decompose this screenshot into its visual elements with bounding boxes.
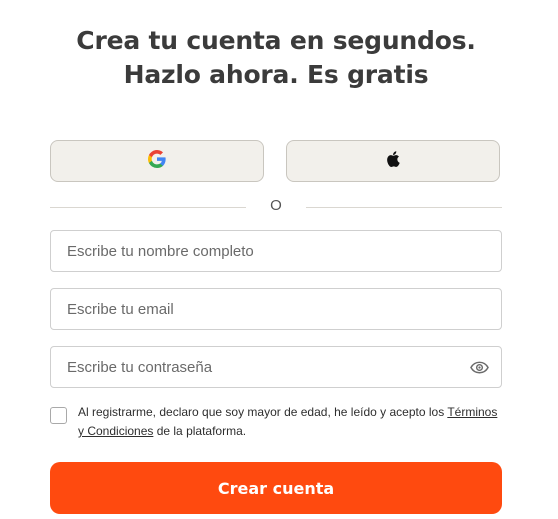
password-field-container <box>50 346 502 388</box>
password-input[interactable] <box>51 347 501 387</box>
apple-icon <box>386 150 400 172</box>
page-title: Crea tu cuenta en segundos. Hazlo ahora.… <box>0 24 552 92</box>
google-icon <box>148 150 166 172</box>
email-field-container <box>50 288 502 330</box>
full-name-field-container <box>50 230 502 272</box>
divider-left <box>50 207 246 208</box>
terms-text-before: Al registrarme, declaro que soy mayor de… <box>78 405 448 419</box>
terms-text-after: de la plataforma. <box>153 424 247 438</box>
apple-signin-button[interactable] <box>286 140 500 182</box>
divider-text: O <box>270 197 282 214</box>
eye-icon[interactable] <box>469 358 489 376</box>
terms-text: Al registrarme, declaro que soy mayor de… <box>78 403 498 441</box>
terms-checkbox[interactable] <box>50 407 67 424</box>
email-input[interactable] <box>51 289 501 329</box>
full-name-input[interactable] <box>51 231 501 271</box>
google-signin-button[interactable] <box>50 140 264 182</box>
title-line-2: Hazlo ahora. Es gratis <box>123 60 429 89</box>
create-account-button[interactable]: Crear cuenta <box>50 462 502 514</box>
title-line-1: Crea tu cuenta en segundos. <box>76 26 476 55</box>
divider-right <box>306 207 502 208</box>
